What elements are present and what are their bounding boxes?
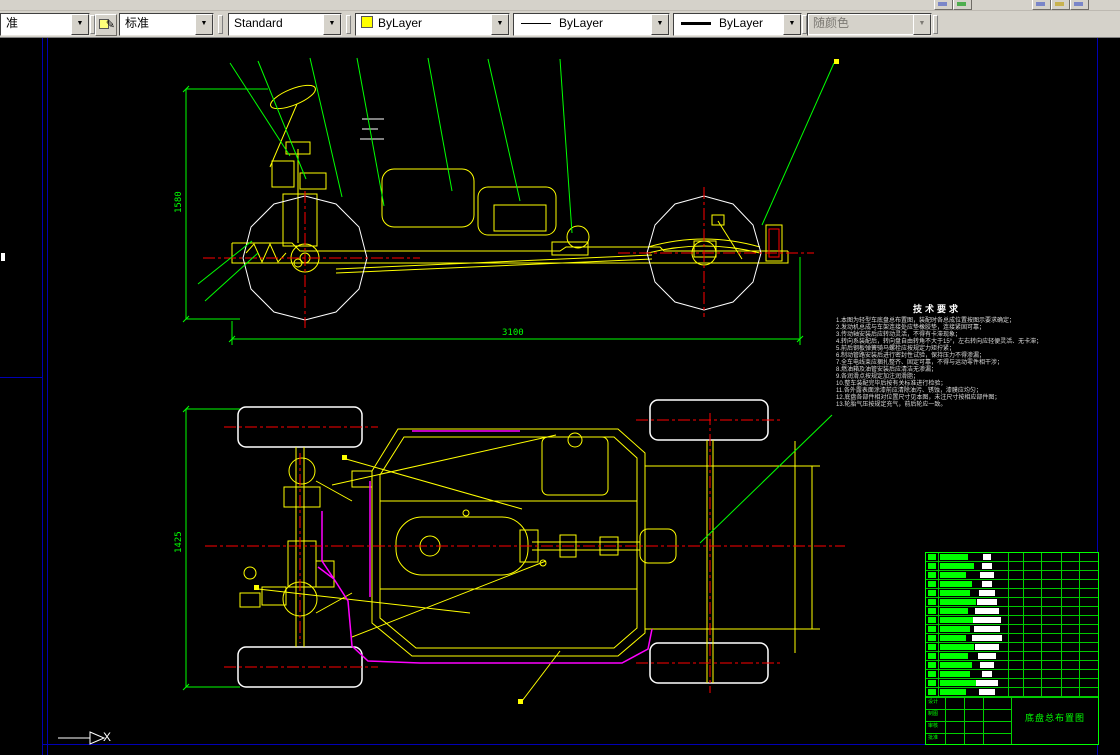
- linetype-value: ByLayer: [559, 16, 604, 30]
- tb-grid-line: [1061, 553, 1062, 697]
- chevron-down-icon[interactable]: ▼: [491, 14, 509, 35]
- toolbar-grip[interactable]: [346, 15, 351, 34]
- parts-row: [926, 589, 1098, 598]
- side-view-dim-text: 3100 1580: [174, 191, 524, 338]
- parts-rows: [926, 553, 1098, 697]
- parts-row: [926, 679, 1098, 688]
- tb-grid-line: [1079, 553, 1080, 697]
- parts-row: [926, 598, 1098, 607]
- chevron-down-icon[interactable]: ▼: [71, 14, 89, 35]
- text-style-value: 标准: [121, 15, 196, 34]
- toolbar-grip[interactable]: [933, 15, 938, 34]
- notes-title: 技术要求: [912, 304, 961, 314]
- marker-squares: [254, 59, 839, 704]
- sig-label: 批准: [928, 735, 939, 741]
- make-layer-current-button[interactable]: ✎: [95, 14, 117, 36]
- sig-label: 审核: [928, 723, 939, 729]
- parts-row: [926, 607, 1098, 616]
- tb-grid-line: [926, 697, 1098, 698]
- toolbar-icon[interactable]: [1070, 0, 1089, 10]
- sig-label: 设计: [928, 699, 939, 705]
- parts-row: [926, 616, 1098, 625]
- tb-grid-line: [1041, 553, 1042, 697]
- svg-text:1580: 1580: [174, 191, 184, 213]
- ucs-icon: [58, 731, 106, 745]
- parts-row: [926, 553, 1098, 562]
- side-view-dimensions: [182, 57, 835, 345]
- lineweight-sample-icon: [681, 22, 711, 25]
- chevron-down-icon[interactable]: ▼: [783, 14, 801, 35]
- parts-row: [926, 562, 1098, 571]
- toolbar-icon[interactable]: [934, 0, 953, 10]
- technical-notes: 技术要求 1.本图为轻型车底盘总布置图，装配时各总成位置按图示要求确定； 2.发…: [836, 302, 1044, 409]
- layer-combo[interactable]: 准 ▼: [0, 13, 90, 36]
- pencil-icon: ✎: [105, 19, 115, 31]
- parts-row: [926, 634, 1098, 643]
- notes-body: 1.本图为轻型车底盘总布置图，装配时各总成位置按图示要求确定； 2.发动机总成与…: [836, 318, 1043, 408]
- svg-text:1425: 1425: [174, 531, 184, 553]
- parts-row: [926, 571, 1098, 580]
- plot-style-value: 随颜色: [809, 15, 914, 34]
- plan-view-dim-text: 1425: [174, 531, 184, 553]
- parts-row: [926, 580, 1098, 589]
- dim-style-value: Standard: [230, 15, 324, 34]
- plan-view-cable: [317, 430, 653, 664]
- text-style-combo[interactable]: 标准 ▼: [119, 13, 214, 36]
- linetype-sample-icon: [521, 23, 551, 24]
- svg-text:3100: 3100: [502, 328, 524, 338]
- autocad-window: { "toolbar": { "layer_value": "准", "text…: [0, 0, 1120, 755]
- color-swatch-icon: [361, 16, 373, 28]
- side-view-white: [242, 118, 762, 321]
- tb-grid-line: [938, 553, 939, 697]
- chevron-down-icon[interactable]: ▼: [323, 14, 341, 35]
- parts-row: [926, 625, 1098, 634]
- tb-grid-line: [1023, 553, 1024, 697]
- plot-style-combo: 随颜色 ▼: [807, 13, 932, 36]
- parts-row: [926, 652, 1098, 661]
- layer-combo-value: 准: [2, 15, 72, 34]
- ucs-x-label: X: [103, 730, 112, 744]
- side-view-yellow: [231, 84, 789, 274]
- parts-row: [926, 670, 1098, 679]
- toolbar-icon[interactable]: [1032, 0, 1051, 10]
- title-block: 设计 制图 审核 批准 底盘总布置图: [925, 552, 1099, 745]
- sig-label: 制图: [928, 711, 939, 717]
- toolbar-grip[interactable]: [218, 15, 223, 34]
- linetype-combo[interactable]: ByLayer ▼: [513, 13, 670, 36]
- toolbar-main-row: 准 ▼ ✎ 标准 ▼ Standard ▼ ByLayer ▼ ByLayer …: [0, 10, 1120, 37]
- tb-grid-line: [964, 697, 965, 744]
- toolbar-icon[interactable]: [953, 0, 972, 10]
- side-view-centerlines: [203, 187, 814, 328]
- plan-view-tires: [237, 399, 769, 688]
- drawing-title: 底盘总布置图: [1024, 713, 1085, 723]
- drawing-area[interactable]: 3100 1580 1425 技术要求 1.本图为轻型车底盘总布置图，装配时各总…: [0, 38, 1120, 755]
- toolbar-icon[interactable]: [1051, 0, 1070, 10]
- color-value: ByLayer: [378, 16, 423, 30]
- chevron-down-icon[interactable]: ▼: [195, 14, 213, 35]
- chevron-down-icon[interactable]: ▼: [651, 14, 669, 35]
- lineweight-combo[interactable]: ByLayer ▼: [673, 13, 802, 36]
- parts-row: [926, 643, 1098, 652]
- top-toolbar: 准 ▼ ✎ 标准 ▼ Standard ▼ ByLayer ▼ ByLayer …: [0, 0, 1120, 38]
- tb-grid-line: [983, 697, 984, 744]
- dim-style-combo[interactable]: Standard ▼: [228, 13, 342, 36]
- parts-row: [926, 688, 1098, 697]
- parts-row: [926, 661, 1098, 670]
- chevron-down-icon: ▼: [913, 14, 931, 35]
- color-combo[interactable]: ByLayer ▼: [355, 13, 510, 36]
- tb-grid-line: [1008, 553, 1009, 697]
- lineweight-value: ByLayer: [719, 16, 764, 30]
